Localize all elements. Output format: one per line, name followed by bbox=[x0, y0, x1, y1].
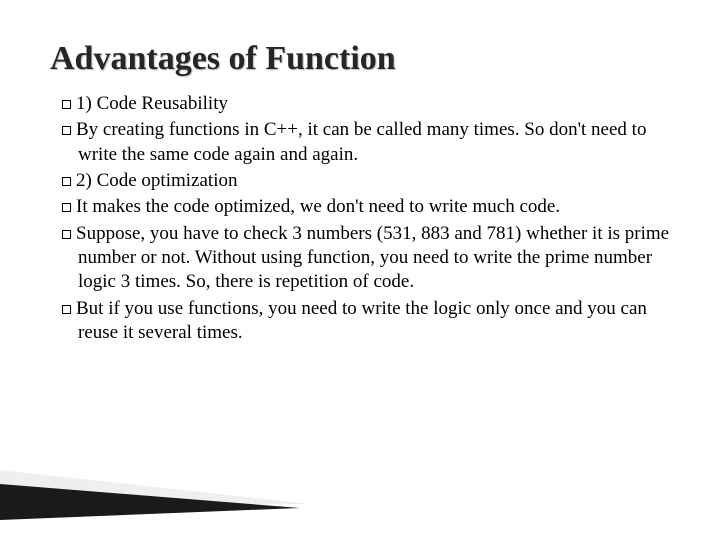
bullet-text: By creating functions in C++, it can be … bbox=[76, 119, 646, 164]
bullet-text: Suppose, you have to check 3 numbers (53… bbox=[76, 223, 669, 293]
bullet-item: But if you use functions, you need to wr… bbox=[50, 297, 670, 346]
corner-decoration-icon bbox=[0, 460, 320, 520]
slide: Advantages of Function 1) Code Reusabili… bbox=[0, 0, 720, 540]
square-bullet-icon bbox=[62, 100, 71, 109]
bullet-text: But if you use functions, you need to wr… bbox=[76, 298, 647, 343]
bullet-item: 2) Code optimization bbox=[50, 169, 670, 193]
square-bullet-icon bbox=[62, 230, 71, 239]
bullet-text: It makes the code optimized, we don't ne… bbox=[76, 196, 560, 217]
bullet-item: Suppose, you have to check 3 numbers (53… bbox=[50, 222, 670, 295]
square-bullet-icon bbox=[62, 305, 71, 314]
square-bullet-icon bbox=[62, 203, 71, 212]
bullet-item: It makes the code optimized, we don't ne… bbox=[50, 195, 670, 219]
bullet-text: 2) Code optimization bbox=[76, 170, 237, 191]
bullet-item: 1) Code Reusability bbox=[50, 92, 670, 116]
bullet-text: 1) Code Reusability bbox=[76, 93, 228, 114]
square-bullet-icon bbox=[62, 126, 71, 135]
slide-body: 1) Code Reusability By creating function… bbox=[50, 92, 670, 345]
bullet-item: By creating functions in C++, it can be … bbox=[50, 118, 670, 167]
slide-title: Advantages of Function bbox=[50, 40, 670, 78]
square-bullet-icon bbox=[62, 177, 71, 186]
